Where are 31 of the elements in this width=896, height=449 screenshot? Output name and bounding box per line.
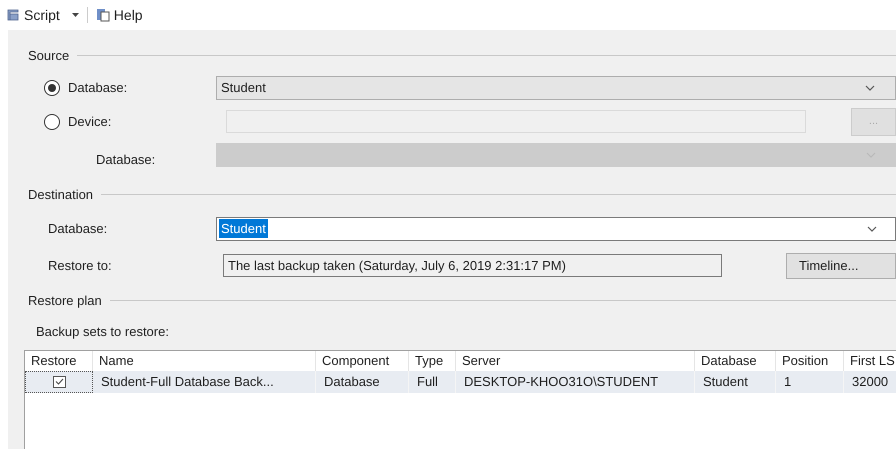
section-title: Source [28, 47, 70, 65]
table-cell: DESKTOP-KHOO31O\STUDENT [456, 370, 695, 392]
table-cell: Student-Full Database Back... [93, 370, 316, 392]
table-cell: Full [409, 370, 456, 392]
radio-label: Database: [68, 78, 128, 97]
radio-button[interactable] [44, 80, 60, 96]
database-dropdown[interactable]: Student [216, 216, 896, 240]
table-row[interactable]: Student-Full Database Back... Database Full DESKTOP-KHOO31O\STUDENT Student 1 32000 [25, 370, 896, 392]
database-dropdown[interactable]: Student [216, 76, 896, 100]
checkbox[interactable] [52, 376, 66, 388]
script-dropdown[interactable]: Script [4, 4, 81, 26]
radio-label: Device: [68, 112, 112, 131]
section-title: Destination [28, 186, 94, 204]
table-cell: 32000 [844, 370, 896, 392]
table-cell: Database [316, 370, 409, 392]
chevron-down-icon [865, 84, 875, 90]
caret-icon [72, 13, 79, 17]
restore-to-field[interactable]: The last backup taken (Saturday, July 6, 2019 2:31:17 PM) [223, 254, 722, 277]
table-cell: Student [695, 370, 776, 392]
chevron-down-icon [867, 226, 877, 232]
field-label: Database: [95, 150, 156, 168]
help-button[interactable]: Help [94, 4, 145, 26]
section-label: Backup sets to restore: [35, 323, 170, 341]
radio-button[interactable] [44, 114, 60, 130]
table-cell: 1 [776, 370, 844, 392]
check-icon [54, 378, 64, 385]
document-icon [96, 8, 110, 22]
field-label: Restore to: [47, 256, 113, 275]
field-label: Database: [47, 220, 108, 238]
section-title: Restore plan [28, 292, 102, 310]
timeline-button[interactable]: Timeline... [786, 252, 896, 278]
